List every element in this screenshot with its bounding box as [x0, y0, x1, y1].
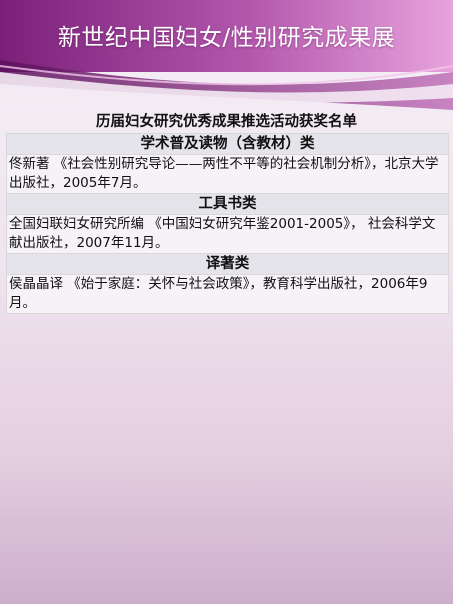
- list-title: 历届妇女研究优秀成果推选活动获奖名单: [96, 114, 357, 130]
- page-title: 新世纪中国妇女/性别研究成果展: [57, 25, 396, 51]
- section-entry-popular-readings: 佟新著 《社会性别研究导论——两性不平等的社会机制分析》，北京大学出版社，200…: [7, 154, 448, 193]
- section-heading-popular-readings: 学术普及读物（含教材）类: [7, 134, 448, 154]
- section-heading-translations: 译著类: [7, 253, 448, 274]
- section-entry-translations: 侯晶晶译 《始于家庭：关怀与社会政策》，教育科学出版社，2006年9月。: [7, 274, 448, 313]
- banner-graphic: [0, 0, 453, 110]
- section-entry-reference-books: 全国妇联妇女研究所编 《中国妇女研究年鉴2001-2005》， 社会科学文献出版…: [7, 214, 448, 253]
- section-heading-reference-books: 工具书类: [7, 193, 448, 214]
- header-banner: 新世纪中国妇女/性别研究成果展: [0, 0, 453, 110]
- award-table: 学术普及读物（含教材）类 佟新著 《社会性别研究导论——两性不平等的社会机制分析…: [6, 133, 449, 314]
